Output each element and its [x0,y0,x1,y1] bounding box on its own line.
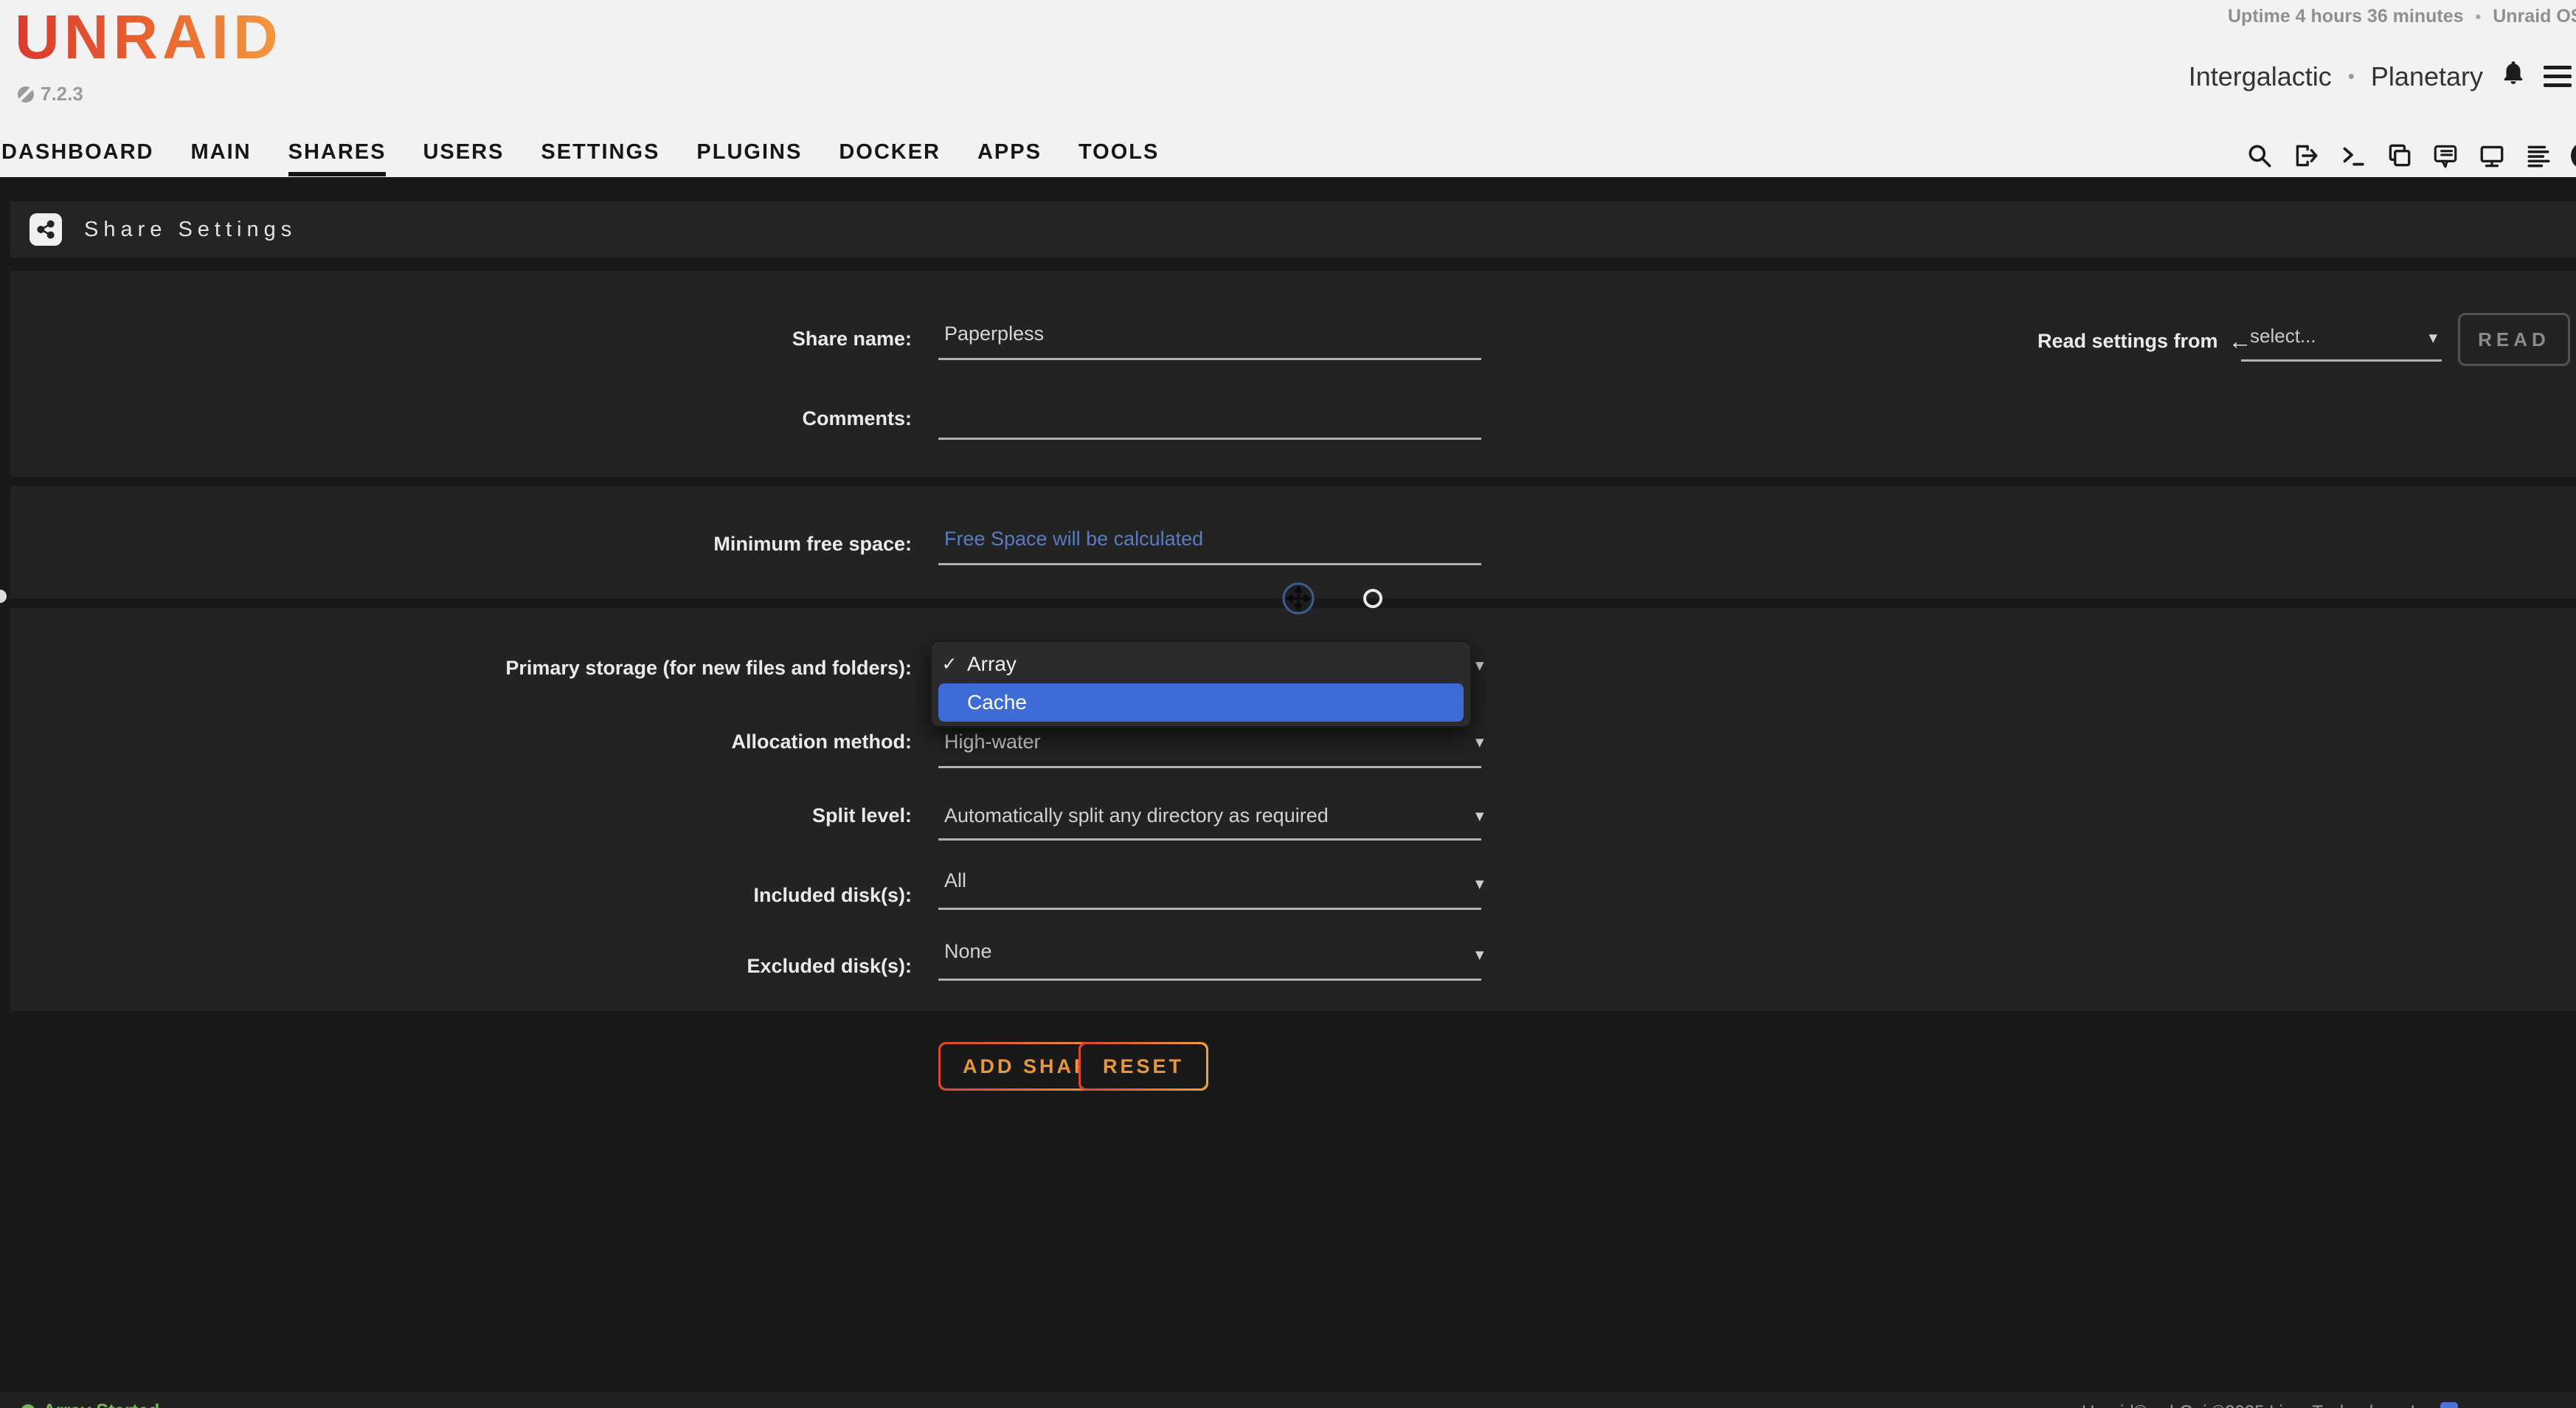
chevron-down-icon[interactable]: ▾ [1475,945,1484,964]
version-label: 7.2.3 [41,83,83,106]
dropdown-option-array[interactable]: ✓ Array [932,645,1470,683]
log-icon[interactable] [2524,142,2552,170]
min-free-space-input[interactable] [938,522,1481,565]
nav-item-shares[interactable]: SHARES [288,140,387,176]
page-title-bar: Share Settings [10,201,2576,258]
nav-item-users[interactable]: USERS [423,140,504,176]
split-level-select[interactable]: Automatically split any directory as req… [944,804,1329,827]
excluded-disks-select[interactable]: None [944,940,992,963]
input-underline [938,838,1481,841]
unraid-webgui: UNRAID 7.2.3 Uptime 4 hours 36 minutes •… [0,0,2576,1408]
allocation-method-select[interactable]: High-water [944,731,1041,753]
version-row: 7.2.3 [18,83,83,106]
footer: Array Started Unraid®webGui ©2025 Lime T… [0,1392,2576,1408]
chevron-down-icon[interactable]: ▾ [1475,806,1484,826]
input-underline [938,766,1481,768]
move-cursor-icon [1281,582,1315,619]
allocation-method-label: Allocation method: [0,731,912,753]
read-button[interactable]: READ [2458,313,2570,366]
status-green-icon [21,1404,35,1408]
nav-item-main[interactable]: MAIN [191,140,252,176]
nav-item-docker[interactable]: DOCKER [839,140,941,176]
server-name[interactable]: Intergalactic [2189,61,2332,92]
read-settings-select-value: select... [2250,325,2316,348]
comments-input[interactable] [938,397,1481,440]
version-status-icon [18,86,34,103]
uptime-row: Uptime 4 hours 36 minutes • Unraid OS St… [2228,6,2576,27]
split-level-label: Split level: [0,804,912,827]
os-edition-label: Unraid OS Starter [2493,6,2576,27]
nav-item-dashboard[interactable]: DASHBOARD [1,140,154,176]
included-disks-select[interactable]: All [944,869,966,892]
primary-storage-label: Primary storage (for new files and folde… [0,657,912,680]
separator-dot: • [2348,65,2355,88]
feedback-icon[interactable] [2431,142,2459,170]
reset-button[interactable]: RESET [1078,1042,1208,1091]
copyright-text: Unraid®webGui ©2025 Lime Technology, Inc… [2082,1402,2439,1408]
check-icon: ✓ [932,653,967,675]
notifications-bell-icon[interactable] [2499,59,2527,94]
panel-share-identity [10,271,2576,477]
chevron-down-icon[interactable]: ▾ [1475,874,1484,894]
nav-item-settings[interactable]: SETTINGS [541,140,659,176]
menu-hamburger-icon[interactable] [2544,66,2572,87]
footer-link-icon[interactable] [2440,1402,2458,1408]
monitor-icon[interactable] [2478,142,2506,170]
share-name-label: Share name: [0,328,912,351]
header: UNRAID 7.2.3 Uptime 4 hours 36 minutes •… [0,0,2576,177]
nav-item-tools[interactable]: TOOLS [1078,140,1159,176]
read-settings-label-row: Read settings from ← [2037,325,2252,357]
terminal-icon[interactable] [2338,142,2366,170]
page-title: Share Settings [84,218,297,242]
header-action-icons [2246,139,2576,173]
share-name-input[interactable] [938,317,1481,360]
excluded-disks-label: Excluded disk(s): [0,955,912,978]
comments-label: Comments: [0,407,912,430]
nav-item-apps[interactable]: APPS [977,140,1042,176]
logout-icon[interactable] [2292,142,2320,170]
read-settings-select[interactable]: select... ▾ [2241,319,2442,362]
click-ring-icon [1363,589,1382,608]
chevron-down-icon: ▾ [2428,328,2437,348]
copy-windows-icon[interactable] [2385,142,2413,170]
chevron-down-icon[interactable]: ▾ [1475,732,1484,752]
server-row: Intergalactic • Planetary [2189,59,2572,94]
array-status: Array Started [21,1401,159,1408]
dropdown-option-cache[interactable]: Cache [938,683,1464,722]
primary-storage-dropdown: ✓ Array Cache [930,641,1472,728]
edge-marker-icon [0,590,7,603]
included-disks-label: Included disk(s): [0,884,912,907]
min-free-space-label: Minimum free space: [0,533,912,556]
server-description: Planetary [2371,61,2483,92]
search-icon[interactable] [2246,142,2274,170]
read-settings-label: Read settings from [2037,330,2218,353]
account-icon[interactable] [2571,142,2576,170]
input-underline [938,979,1481,981]
unraid-logo: UNRAID [15,1,283,73]
uptime-label: Uptime 4 hours 36 minutes [2228,6,2464,27]
input-underline [938,908,1481,910]
chevron-down-icon[interactable]: ▾ [1475,655,1484,675]
main-nav: DASHBOARD MAIN SHARES USERS SETTINGS PLU… [1,140,1159,176]
share-icon [30,213,62,246]
nav-item-plugins[interactable]: PLUGINS [696,140,802,176]
separator-dot: • [2476,7,2482,27]
